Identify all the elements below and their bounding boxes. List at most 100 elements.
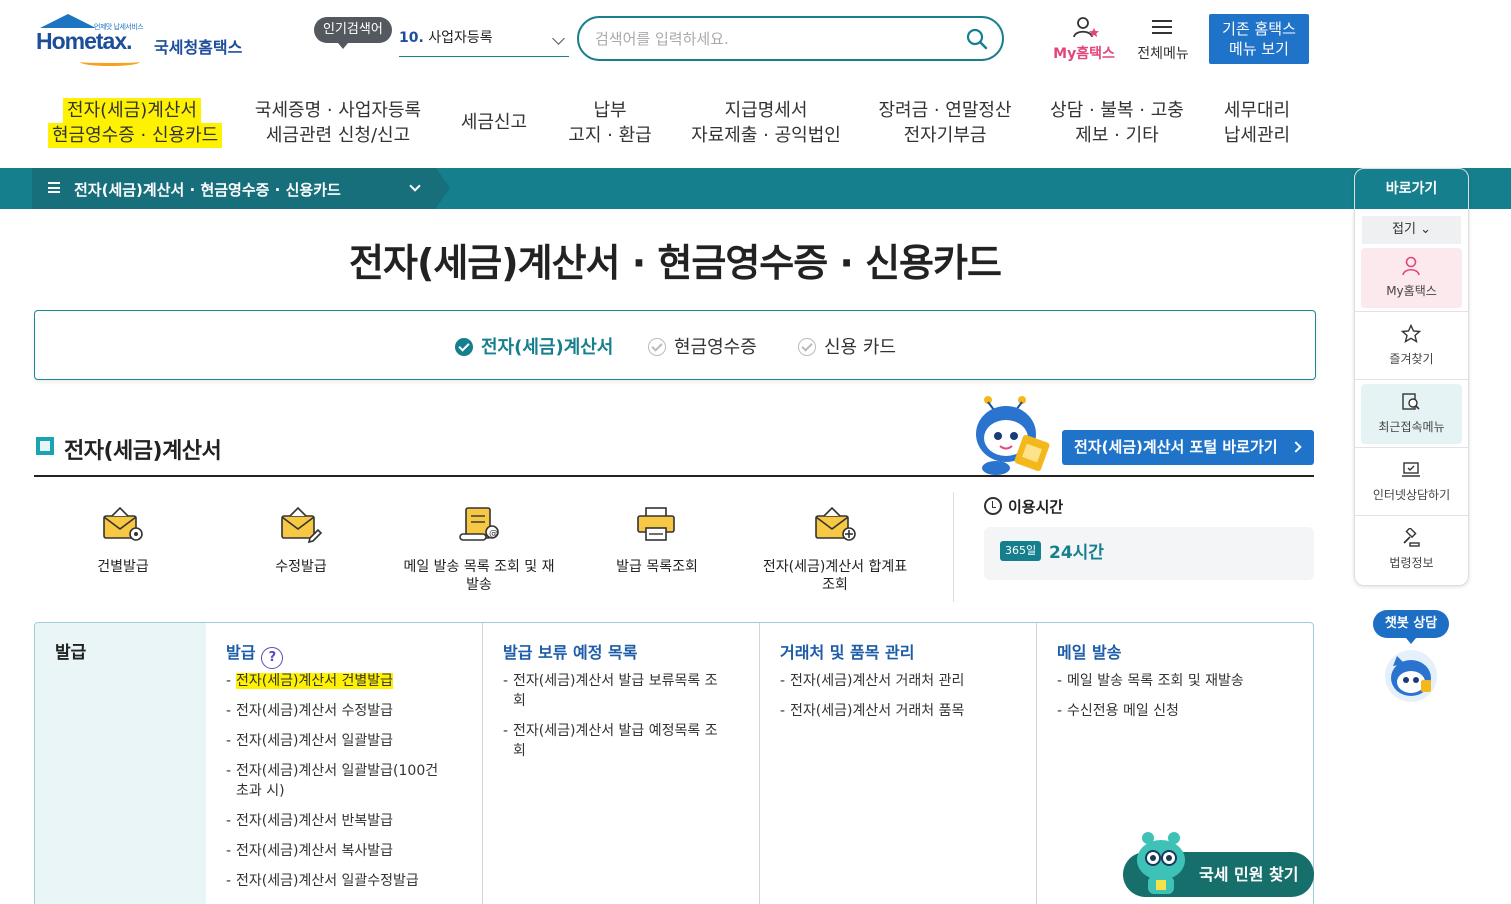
category-tabs: 전자(세금)계산서 현금영수증 신용 카드 (34, 310, 1316, 380)
nav-item-line2: 자료제출 · 공익법인 (691, 125, 841, 146)
quick-link-law-info[interactable]: 법령정보 (1355, 516, 1468, 584)
quick-link-online-consult[interactable]: 인터넷상담하기 (1355, 448, 1468, 516)
tab-label: 현금영수증 (674, 337, 757, 358)
quick-menu-item[interactable]: 수정발급 (221, 500, 381, 576)
nav-item-line1: 납부 (593, 100, 627, 121)
nav-item-line1: 지급명세서 (724, 100, 808, 121)
recent-search-icon (1402, 393, 1420, 410)
printer-icon (637, 507, 675, 541)
tab-label: 신용 카드 (824, 337, 896, 358)
menu-column-title[interactable]: 발급? (226, 639, 284, 669)
menu-link[interactable]: 전자(세금)계산서 거래처 관리 (780, 671, 1000, 691)
envelope-gear-icon (103, 506, 143, 541)
mascot-icon (976, 396, 1050, 475)
service-hours-value: 24시간 (1049, 543, 1104, 563)
menu-link[interactable]: 전자(세금)계산서 복사발급 (226, 841, 446, 861)
quick-menu-item[interactable]: 건별발급 (43, 500, 203, 576)
all-menu-button[interactable]: 전체메뉴 (1128, 16, 1198, 64)
nav-item-payment[interactable]: 납부 고지 · 환급 (560, 98, 660, 148)
logo-text: Hometax. (36, 28, 133, 54)
header: 언제맛 납세서비스 Hometax. 국세청홈택스 인기검색어 10. 사업자등… (0, 0, 1511, 88)
portal-button-label: 전자(세금)계산서 포털 바로가기 (1074, 438, 1278, 456)
quick-menu-item[interactable]: 발급 목록조회 (577, 500, 737, 576)
svg-text:@: @ (489, 529, 498, 539)
fold-label: 접기 (1392, 222, 1416, 237)
nav-item-line1: 전자(세금)계산서 (63, 98, 201, 123)
chevron-down-icon: ⌄ (1420, 222, 1431, 237)
menu-icon (48, 182, 60, 193)
divider (953, 492, 954, 602)
logo-korean-name: 국세청홈택스 (154, 38, 243, 57)
popular-search-select[interactable]: 10. 사업자등록 (399, 24, 569, 57)
breadcrumb[interactable]: 전자(세금)계산서 · 현금영수증 · 신용카드 (32, 168, 450, 209)
menu-column-partner: 거래처 및 품목 관리 전자(세금)계산서 거래처 관리 전자(세금)계산서 거… (759, 623, 1036, 904)
logo-roof-icon (40, 14, 96, 28)
popular-search-badge: 인기검색어 (314, 17, 392, 49)
nav-item-line1: 세금신고 (460, 112, 528, 133)
menu-column-title[interactable]: 메일 발송 (1057, 639, 1121, 663)
menu-link[interactable]: 전자(세금)계산서 발급 예정목록 조회 (503, 721, 723, 761)
menu-link[interactable]: 전자(세금)계산서 일괄발급 (226, 731, 446, 751)
nav-item-incentive[interactable]: 장려금 · 연말정산 전자기부금 (872, 98, 1018, 148)
help-icon[interactable]: ? (261, 647, 284, 669)
page-title: 전자(세금)계산서 · 현금영수증 · 신용카드 (349, 241, 1002, 285)
menu-group-header: 발급 (35, 623, 206, 904)
quick-link-label: 법령정보 (1389, 556, 1434, 570)
nav-item-e-invoice[interactable]: 전자(세금)계산서 현금영수증 · 신용카드 (48, 98, 223, 148)
fold-button[interactable]: 접기 ⌄ (1362, 216, 1461, 244)
tab-e-invoice[interactable]: 전자(세금)계산서 (455, 333, 613, 359)
nav-item-tax-agent[interactable]: 세무대리 납세관리 (1212, 98, 1302, 148)
section-title: 전자(세금)계산서 (64, 439, 222, 464)
gavel-icon (1403, 528, 1420, 547)
quick-menu-label: 수정발급 (275, 559, 327, 575)
nav-item-line1: 장려금 · 연말정산 (878, 100, 1012, 121)
person-icon (1402, 256, 1420, 276)
tab-credit-card[interactable]: 신용 카드 (798, 333, 896, 359)
logo-swoosh-icon (80, 58, 140, 66)
search-icon[interactable] (966, 28, 988, 50)
nav-item-line1: 세무대리 (1223, 100, 1291, 121)
menu-link[interactable]: 전자(세금)계산서 거래처 품목 (780, 701, 1000, 721)
quick-menu-item[interactable]: @ 메일 발송 목록 조회 및 재발송 (399, 500, 559, 594)
nav-item-certificates[interactable]: 국세증명 · 사업자등록 세금관련 신청/신고 (250, 98, 426, 148)
chatbot-label[interactable]: 챗봇 상담 (1373, 610, 1449, 644)
quick-link-label: 즐겨찾기 (1389, 352, 1434, 366)
service-days-badge: 365일 (1000, 541, 1042, 561)
menu-column-title-text: 발급 (226, 643, 256, 662)
envelope-edit-icon (281, 506, 323, 544)
nav-item-tax-report[interactable]: 세금신고 (452, 110, 536, 135)
chevron-down-icon (552, 32, 565, 45)
old-hometax-menu-button[interactable]: 기존 홈택스 메뉴 보기 (1209, 14, 1309, 64)
menu-link[interactable]: 메일 발송 목록 조회 및 재발송 (1057, 671, 1277, 691)
star-icon (1401, 324, 1421, 343)
scroll-mail-icon: @ (459, 507, 499, 541)
chevron-right-icon (1290, 441, 1302, 453)
menu-link[interactable]: 전자(세금)계산서 일괄수정발급 (226, 871, 446, 891)
menu-column-title[interactable]: 거래처 및 품목 관리 (780, 639, 914, 663)
menu-link[interactable]: 전자(세금)계산서 수정발급 (226, 701, 446, 721)
e-invoice-portal-button[interactable]: 전자(세금)계산서 포털 바로가기 (1062, 430, 1314, 465)
menu-link[interactable]: 전자(세금)계산서 건별발급 (226, 671, 446, 691)
nav-item-line2: 세금관련 신청/신고 (265, 125, 411, 146)
quick-menu-item[interactable]: 전자(세금)계산서 합계표 조회 (755, 500, 915, 594)
menu-link[interactable]: 전자(세금)계산서 발급 보류목록 조회 (503, 671, 723, 711)
nav-item-consult[interactable]: 상담 · 불복 · 고충 제보 · 기타 (1044, 98, 1190, 148)
menu-link[interactable]: 수신전용 메일 신청 (1057, 701, 1277, 721)
nav-item-line2: 현금영수증 · 신용카드 (48, 123, 223, 148)
menu-link[interactable]: 전자(세금)계산서 반복발급 (226, 811, 446, 831)
quick-link-my-hometax[interactable]: My홈택스 (1355, 244, 1468, 312)
tab-cash-receipt[interactable]: 현금영수증 (648, 333, 757, 359)
search-input[interactable] (595, 27, 945, 51)
my-hometax-button[interactable]: My홈택스 (1046, 16, 1122, 64)
quick-links-title: 바로가기 (1355, 169, 1468, 209)
quick-link-label: 인터넷상담하기 (1372, 488, 1451, 502)
all-menu-label: 전체메뉴 (1137, 46, 1189, 62)
nav-item-payment-statement[interactable]: 지급명세서 자료제출 · 공익법인 (688, 98, 844, 148)
chatbot-mascot-icon[interactable] (1383, 646, 1439, 704)
quick-link-favorites[interactable]: 즐겨찾기 (1355, 312, 1468, 380)
hometax-logo[interactable]: 언제맛 납세서비스 Hometax. 국세청홈택스 (36, 14, 256, 66)
popular-search-rank: 10. (399, 30, 424, 46)
quick-link-recent[interactable]: 최근접속메뉴 (1355, 380, 1468, 448)
menu-column-title[interactable]: 발급 보류 예정 목록 (503, 639, 637, 663)
menu-link[interactable]: 전자(세금)계산서 일괄발급(100건 초과 시) (226, 761, 446, 801)
